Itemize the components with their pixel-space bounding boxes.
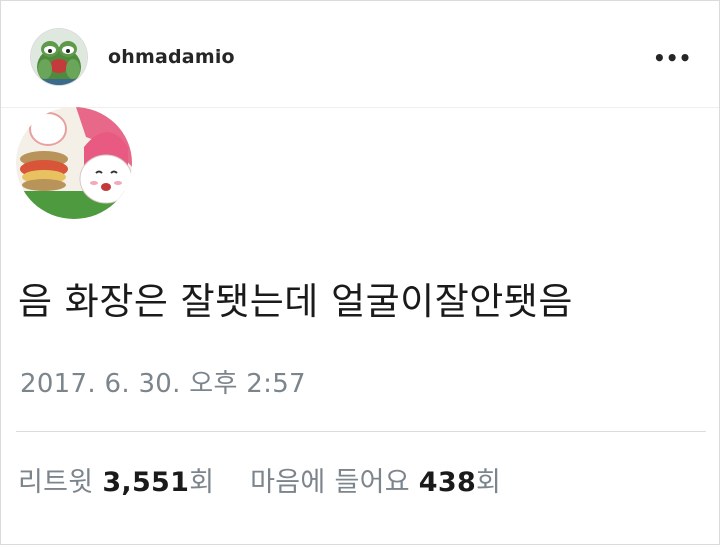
post-username[interactable]: ohmadamio (108, 46, 235, 68)
likes-count: 438 (418, 467, 477, 498)
tweet-stats: 리트윗 3,551회 마음에 들어요 438회 (18, 460, 501, 499)
pepe-frog-avatar-icon[interactable] (31, 29, 87, 85)
retweets-count: 3,551 (102, 467, 190, 498)
post-header: ohmadamio ••• (1, 1, 719, 108)
likes-unit: 회 (476, 467, 502, 498)
avatar-illustration (31, 29, 87, 85)
likes-label: 마음에 들어요 (250, 467, 410, 498)
instagram-post: ohmadamio ••• 음 화장은 잘됏는데 얼굴이잘안됏음 2017. 6… (0, 0, 720, 545)
tweet-text: 음 화장은 잘됏는데 얼굴이잘안됏음 (18, 280, 573, 323)
cartoon-characters-avatar-icon (16, 107, 132, 219)
tweet-timestamp: 2017. 6. 30. 오후 2:57 (20, 369, 306, 399)
tweet-avatar-illustration (16, 107, 132, 219)
more-options-icon[interactable]: ••• (653, 45, 691, 71)
tweet-divider (16, 431, 706, 432)
retweets-unit: 회 (189, 467, 215, 498)
retweets-label: 리트윗 (18, 467, 94, 498)
